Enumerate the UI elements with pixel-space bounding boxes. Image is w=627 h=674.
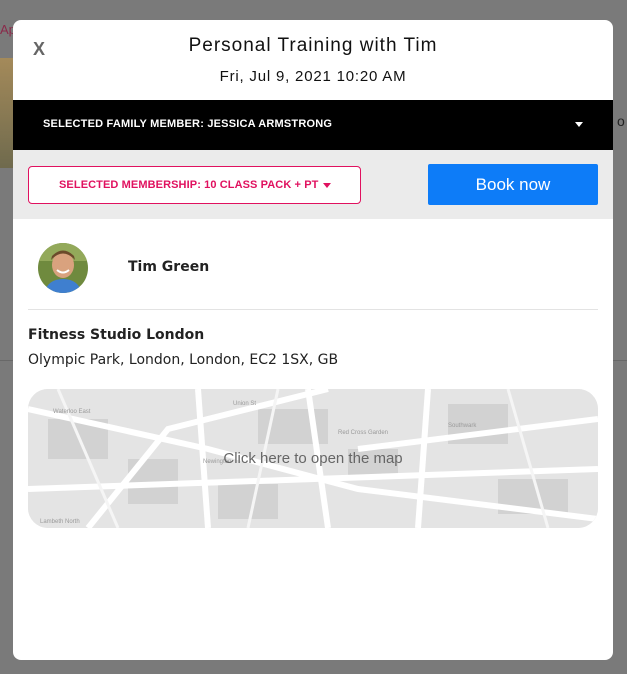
map-street-label: Union St — [233, 401, 256, 407]
membership-bar: SELECTED MEMBERSHIP: 10 CLASS PACK + PT … — [13, 150, 613, 219]
map-street-label: Southwark — [448, 423, 477, 429]
class-datetime: Fri, Jul 9, 2021 10:20 AM — [219, 68, 407, 85]
venue-address: Olympic Park, London, London, EC2 1SX, G… — [28, 352, 339, 368]
modal-title: Personal Training with Tim — [188, 35, 438, 56]
venue-name: Fitness Studio London — [28, 327, 205, 343]
trainer-name: Tim Green — [128, 259, 210, 275]
background-photo — [0, 58, 14, 168]
book-now-button[interactable]: Book now — [428, 164, 598, 205]
avatar — [38, 243, 88, 293]
booking-modal: X Personal Training with Tim Fri, Jul 9,… — [13, 20, 613, 660]
map-street-label: Red Cross Garden — [338, 430, 388, 436]
caret-down-icon — [575, 122, 583, 127]
membership-dropdown[interactable]: SELECTED MEMBERSHIP: 10 CLASS PACK + PT — [28, 166, 361, 204]
trainer-row: Tim Green — [28, 219, 598, 310]
open-map-label: Click here to open the map — [223, 450, 403, 467]
membership-label: SELECTED MEMBERSHIP: 10 CLASS PACK + PT — [59, 179, 319, 191]
map-street-label: Lambeth North — [40, 519, 80, 525]
caret-down-icon — [323, 183, 331, 188]
background-text: o — [617, 113, 625, 129]
family-member-label: SELECTED FAMILY MEMBER: JESSICA ARMSTRON… — [43, 118, 333, 130]
map-street-label: Waterloo East — [53, 409, 91, 415]
map-link[interactable]: Waterloo East Union St Southwark Lambeth… — [28, 389, 598, 528]
family-member-dropdown[interactable]: SELECTED FAMILY MEMBER: JESSICA ARMSTRON… — [13, 100, 613, 150]
